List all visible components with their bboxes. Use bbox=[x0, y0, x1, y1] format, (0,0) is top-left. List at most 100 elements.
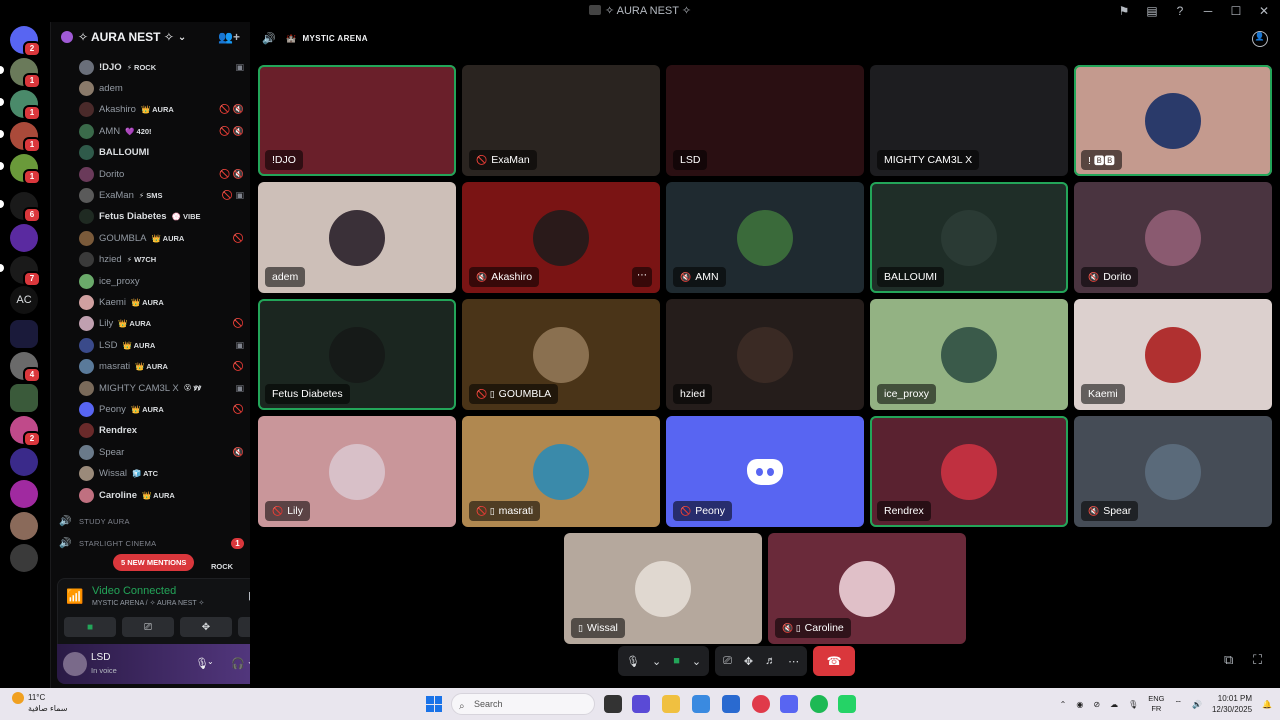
video-tile[interactable]: ▯ Wissal bbox=[564, 533, 762, 644]
soundboard-icon[interactable]: ♬ bbox=[765, 655, 776, 667]
list-item[interactable]: !DJO ⚡ ROCK ▣ bbox=[79, 57, 244, 77]
video-tile[interactable]: 🔇 ▯ Caroline bbox=[768, 533, 966, 644]
video-tile[interactable]: BALLOUMI bbox=[870, 182, 1068, 293]
list-item[interactable]: MIGHTY CAM3L X 😵 ꝟꝟ ▣ bbox=[79, 378, 244, 398]
server-icon[interactable] bbox=[10, 384, 38, 412]
tray-app-icon[interactable]: ◉ bbox=[1076, 700, 1083, 709]
list-item[interactable]: hzied ⚡ W7CH bbox=[79, 250, 244, 270]
video-tile[interactable]: 🔇 AMN bbox=[666, 182, 864, 293]
list-item[interactable]: AMN 💜 420! 🚫 🔇 bbox=[79, 121, 244, 141]
voice-channel-study-aura[interactable]: 🔊 STUDY AURA bbox=[59, 512, 244, 530]
copilot-icon[interactable] bbox=[632, 695, 650, 713]
server-icon[interactable] bbox=[10, 544, 38, 572]
maximize-button[interactable]: ☐ bbox=[1228, 3, 1244, 19]
cloud-icon[interactable]: ☁ bbox=[1110, 700, 1118, 709]
video-tile[interactable]: Rendrex bbox=[870, 416, 1068, 527]
voice-location[interactable]: MYSTIC ARENA / ✧ AURA NEST ✧ bbox=[92, 599, 204, 607]
list-item[interactable]: masrati 👑 AURA 🚫 bbox=[79, 357, 244, 377]
file-explorer-icon[interactable] bbox=[662, 695, 680, 713]
flag-icon[interactable]: ⚑ bbox=[1116, 3, 1132, 19]
video-tile[interactable]: LSD bbox=[666, 65, 864, 176]
add-user-icon[interactable]: 👥+ bbox=[218, 30, 240, 44]
store-icon[interactable] bbox=[722, 695, 740, 713]
signal-icon[interactable]: 📶 bbox=[66, 588, 84, 606]
server-icon[interactable]: 7 bbox=[10, 256, 41, 287]
video-tile[interactable]: 🚫 Lily bbox=[258, 416, 456, 527]
video-tile[interactable]: hzied bbox=[666, 299, 864, 410]
headphones-icon[interactable]: 🎧 bbox=[231, 657, 245, 670]
list-item[interactable]: ice_proxy bbox=[79, 271, 244, 291]
video-tile[interactable]: 🔇 Spear bbox=[1074, 416, 1272, 527]
list-item[interactable]: BALLOUMI bbox=[79, 143, 244, 163]
list-item[interactable]: ExaMan ⚡ SMS 🚫 ▣ bbox=[79, 185, 244, 205]
speaker-icon[interactable]: 🔊 bbox=[1192, 700, 1202, 709]
members-icon[interactable]: 👤 bbox=[1252, 31, 1268, 47]
start-button[interactable] bbox=[426, 696, 442, 712]
list-item[interactable]: adem bbox=[79, 78, 244, 98]
video-tile[interactable]: adem bbox=[258, 182, 456, 293]
edge-icon[interactable] bbox=[692, 695, 710, 713]
list-item[interactable]: Caroline 👑 AURA bbox=[79, 485, 244, 505]
guild-header[interactable]: ✧ AURA NEST ✧ ⌄ 👥+ bbox=[51, 22, 250, 52]
video-tile[interactable]: 🔇 Dorito bbox=[1074, 182, 1272, 293]
voice-channel-starlight-cinema[interactable]: 🔊 STARLIGHT CINEMA 1 bbox=[59, 534, 244, 552]
chevron-down-icon[interactable]: ⌄ bbox=[207, 657, 214, 666]
server-icon[interactable] bbox=[10, 480, 38, 508]
wifi-icon[interactable]: ⌔ bbox=[1174, 699, 1182, 709]
video-tile[interactable]: MIGHTY CAM3L X bbox=[870, 65, 1068, 176]
taskbar-search[interactable]: ⌕ Search bbox=[451, 693, 595, 715]
list-item[interactable]: Lily 👑 AURA 🚫 bbox=[79, 314, 244, 334]
notification-bell-icon[interactable]: 🔔 bbox=[1262, 700, 1272, 709]
video-tile[interactable]: !DJO bbox=[258, 65, 456, 176]
server-icon-ac[interactable]: AC bbox=[10, 286, 38, 314]
network-off-icon[interactable]: ⊘ bbox=[1093, 700, 1100, 709]
video-tile[interactable]: 🚫 ExaMan bbox=[462, 65, 660, 176]
list-item[interactable]: Spear 🔇 bbox=[79, 442, 244, 462]
list-item[interactable]: Wissal 🧊 ATC bbox=[79, 464, 244, 484]
list-item[interactable]: GOUMBLA 👑 AURA 🚫 bbox=[79, 228, 244, 248]
more-options-icon[interactable]: ⋯ bbox=[788, 655, 799, 668]
video-tile[interactable]: 🚫 ▯ GOUMBLA bbox=[462, 299, 660, 410]
chevron-down-icon[interactable]: ⌄ bbox=[692, 655, 701, 668]
server-icon[interactable]: 4 bbox=[10, 352, 41, 383]
screenshare-button[interactable]: ⎚ bbox=[122, 617, 174, 637]
server-icon[interactable]: 2 bbox=[10, 416, 41, 447]
activities-button[interactable]: ✥ bbox=[180, 617, 232, 637]
list-item[interactable]: Akashiro 👑 AURA 🚫 🔇 bbox=[79, 100, 244, 120]
video-tile[interactable]: ! 🅱🅱 bbox=[1074, 65, 1272, 176]
list-item[interactable]: Dorito 🚫 🔇 bbox=[79, 164, 244, 184]
video-tile[interactable]: ice_proxy bbox=[870, 299, 1068, 410]
microphone-icon[interactable]: 🎙 bbox=[1128, 700, 1138, 709]
list-item[interactable]: LSD 👑 AURA ▣ bbox=[79, 335, 244, 355]
activities-icon[interactable]: ✥ bbox=[744, 655, 753, 668]
server-icon[interactable]: 1 bbox=[10, 122, 41, 153]
fullscreen-icon[interactable]: ⛶ bbox=[1253, 652, 1262, 668]
new-mentions-pill[interactable]: 5 NEW MENTIONS bbox=[113, 554, 195, 571]
leave-call-button[interactable]: ☎ bbox=[813, 646, 856, 676]
server-icon[interactable]: 6 bbox=[10, 192, 41, 223]
server-icon[interactable] bbox=[10, 512, 38, 540]
screenshare-icon[interactable]: ⎚ bbox=[723, 655, 732, 668]
video-tile[interactable]: 🚫 ▯ masrati bbox=[462, 416, 660, 527]
list-item[interactable]: Fetus Diabetes 💮 VIBE bbox=[79, 207, 244, 227]
help-icon[interactable]: ? bbox=[1172, 3, 1188, 19]
language-indicator[interactable]: ENG FR bbox=[1148, 694, 1164, 714]
list-item[interactable]: Kaemi 👑 AURA bbox=[79, 292, 244, 312]
task-view-icon[interactable] bbox=[604, 695, 622, 713]
avatar[interactable] bbox=[63, 652, 87, 676]
microphone-icon[interactable]: 🎙 bbox=[626, 655, 640, 668]
video-tile[interactable]: 🚫 Peony bbox=[666, 416, 864, 527]
server-folder[interactable] bbox=[10, 320, 38, 348]
camera-icon[interactable]: ■ bbox=[673, 655, 680, 667]
inbox-icon[interactable]: ▤ bbox=[1144, 3, 1160, 19]
more-options-icon[interactable]: ⋯ bbox=[632, 267, 652, 287]
chevron-up-icon[interactable]: ⌃ bbox=[1060, 700, 1067, 709]
opera-icon[interactable] bbox=[752, 695, 770, 713]
discord-taskbar-icon[interactable] bbox=[780, 695, 798, 713]
list-item[interactable]: Peony 👑 AURA 🚫 bbox=[79, 399, 244, 419]
chevron-down-icon[interactable]: ⌄ bbox=[652, 655, 661, 668]
minimize-button[interactable]: ─ bbox=[1200, 3, 1216, 19]
video-tile[interactable]: Fetus Diabetes bbox=[258, 299, 456, 410]
server-icon[interactable]: 1 bbox=[10, 58, 41, 89]
server-icon[interactable]: 1 bbox=[10, 154, 41, 185]
